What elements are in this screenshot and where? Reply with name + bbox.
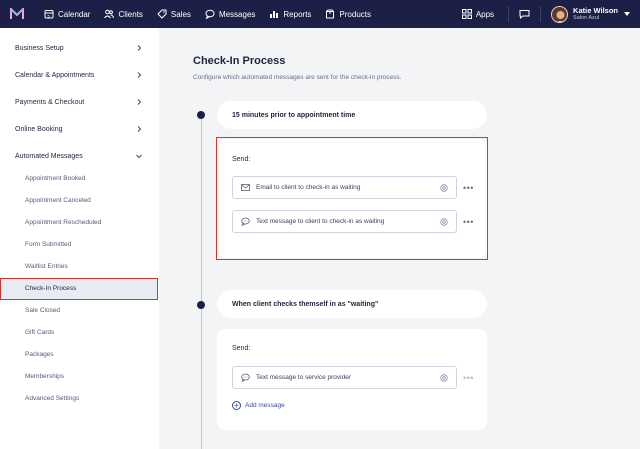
sidebar-item-waitlist-entries[interactable]: Waitlist Entries (25, 263, 68, 270)
sidebar-item-active-highlight (0, 278, 158, 300)
nav-reports[interactable]: Reports (269, 9, 311, 19)
highlight-box (216, 137, 488, 260)
grid-icon (461, 9, 472, 19)
box-icon (326, 9, 335, 19)
sidebar-item-check-in-process[interactable]: Check-In Process (25, 285, 76, 292)
trigger-label: When client checks themself in as "waiti… (232, 300, 379, 308)
nav-sales[interactable]: Sales (157, 9, 191, 19)
trigger-pill: When client checks themself in as "waiti… (217, 290, 487, 318)
message-card: Send: Text message to service provider •… (217, 329, 487, 430)
chat-bubble-icon (205, 9, 215, 19)
send-label: Send: (232, 345, 251, 352)
add-message-button[interactable]: + Add message (232, 401, 285, 410)
more-options-icon[interactable]: ••• (463, 373, 474, 383)
sidebar-item-appointment-canceled[interactable]: Appointment Canceled (25, 197, 91, 204)
nav-clients[interactable]: Clients (104, 9, 143, 19)
plus-circle-icon: + (232, 401, 241, 410)
calendar-icon: 5 (44, 10, 54, 19)
sidebar-item-online-booking[interactable]: Online Booking (15, 126, 62, 133)
top-nav-bar: 5 Calendar Clients Sales Messages Report… (0, 0, 640, 28)
sidebar-item-gift-cards[interactable]: Gift Cards (25, 329, 54, 336)
nav-messages[interactable]: Messages (205, 9, 255, 19)
sidebar-item-payments-checkout[interactable]: Payments & Checkout (15, 99, 84, 106)
add-message-label: Add message (245, 402, 285, 409)
user-name: Katie Wilson (573, 5, 618, 15)
user-business: Salon Azul (573, 15, 600, 21)
caret-down-icon[interactable] (624, 12, 630, 16)
main-content: Check-In Process Configure which automat… (159, 28, 640, 449)
nav-divider (540, 6, 542, 22)
nav-calendar[interactable]: 5 Calendar (44, 9, 90, 19)
sidebar-item-packages[interactable]: Packages (25, 351, 54, 358)
trigger-pill: 15 minutes prior to appointment time (217, 101, 487, 129)
nav-products[interactable]: Products (325, 9, 371, 19)
sidebar-item-calendar-appointments[interactable]: Calendar & Appointments (15, 72, 94, 79)
chevron-right-icon[interactable] (136, 45, 142, 51)
message-item[interactable]: Text message to service provider (232, 366, 457, 389)
sidebar-item-form-submitted[interactable]: Form Submitted (25, 241, 71, 248)
nav-right-group: Apps Katie Wilson Salon Azul (461, 0, 640, 28)
chevron-right-icon[interactable] (136, 99, 142, 105)
chevron-right-icon[interactable] (136, 126, 142, 132)
nav-sales-label: Sales (170, 9, 191, 19)
nav-reports-label: Reports (283, 9, 312, 19)
page-description: Configure which automated messages are s… (193, 74, 402, 81)
sidebar-item-advanced-settings[interactable]: Advanced Settings (25, 395, 79, 402)
timeline-line (201, 114, 202, 449)
clients-icon (104, 9, 115, 19)
sidebar-item-sale-closed[interactable]: Sale Closed (25, 307, 60, 314)
sidebar-item-automated-messages[interactable]: Automated Messages (15, 153, 83, 160)
nav-messages-label: Messages (218, 9, 256, 19)
app-logo-icon[interactable] (10, 8, 24, 20)
chat-bubble-icon (241, 373, 250, 382)
sales-tag-icon (157, 9, 167, 19)
sidebar: Business Setup Calendar & Appointments P… (0, 28, 159, 449)
chat-icon[interactable] (519, 9, 530, 19)
nav-products-label: Products (339, 9, 371, 19)
user-info[interactable]: Katie Wilson Salon Azul (573, 5, 618, 22)
trigger-label: 15 minutes prior to appointment time (232, 111, 356, 119)
chevron-down-icon[interactable] (136, 153, 142, 159)
bar-chart-icon (270, 11, 279, 18)
chevron-right-icon[interactable] (136, 72, 142, 78)
page-title: Check-In Process (193, 55, 286, 67)
timeline-dot (197, 111, 205, 119)
nav-divider (508, 6, 510, 22)
timeline-dot (197, 301, 205, 309)
sidebar-item-appointment-booked[interactable]: Appointment Booked (25, 175, 85, 182)
nav-calendar-label: Calendar (58, 9, 91, 19)
sidebar-item-appointment-rescheduled[interactable]: Appointment Rescheduled (25, 219, 101, 226)
nav-clients-label: Clients (118, 9, 143, 19)
apps-button[interactable]: Apps (461, 9, 495, 19)
avatar[interactable] (551, 5, 569, 23)
apps-label: Apps (475, 9, 495, 19)
sidebar-item-business-setup[interactable]: Business Setup (15, 45, 64, 52)
sidebar-item-memberships[interactable]: Memberships (25, 373, 64, 380)
settings-circle-icon[interactable] (440, 373, 448, 382)
message-label: Text message to service provider (256, 374, 352, 381)
